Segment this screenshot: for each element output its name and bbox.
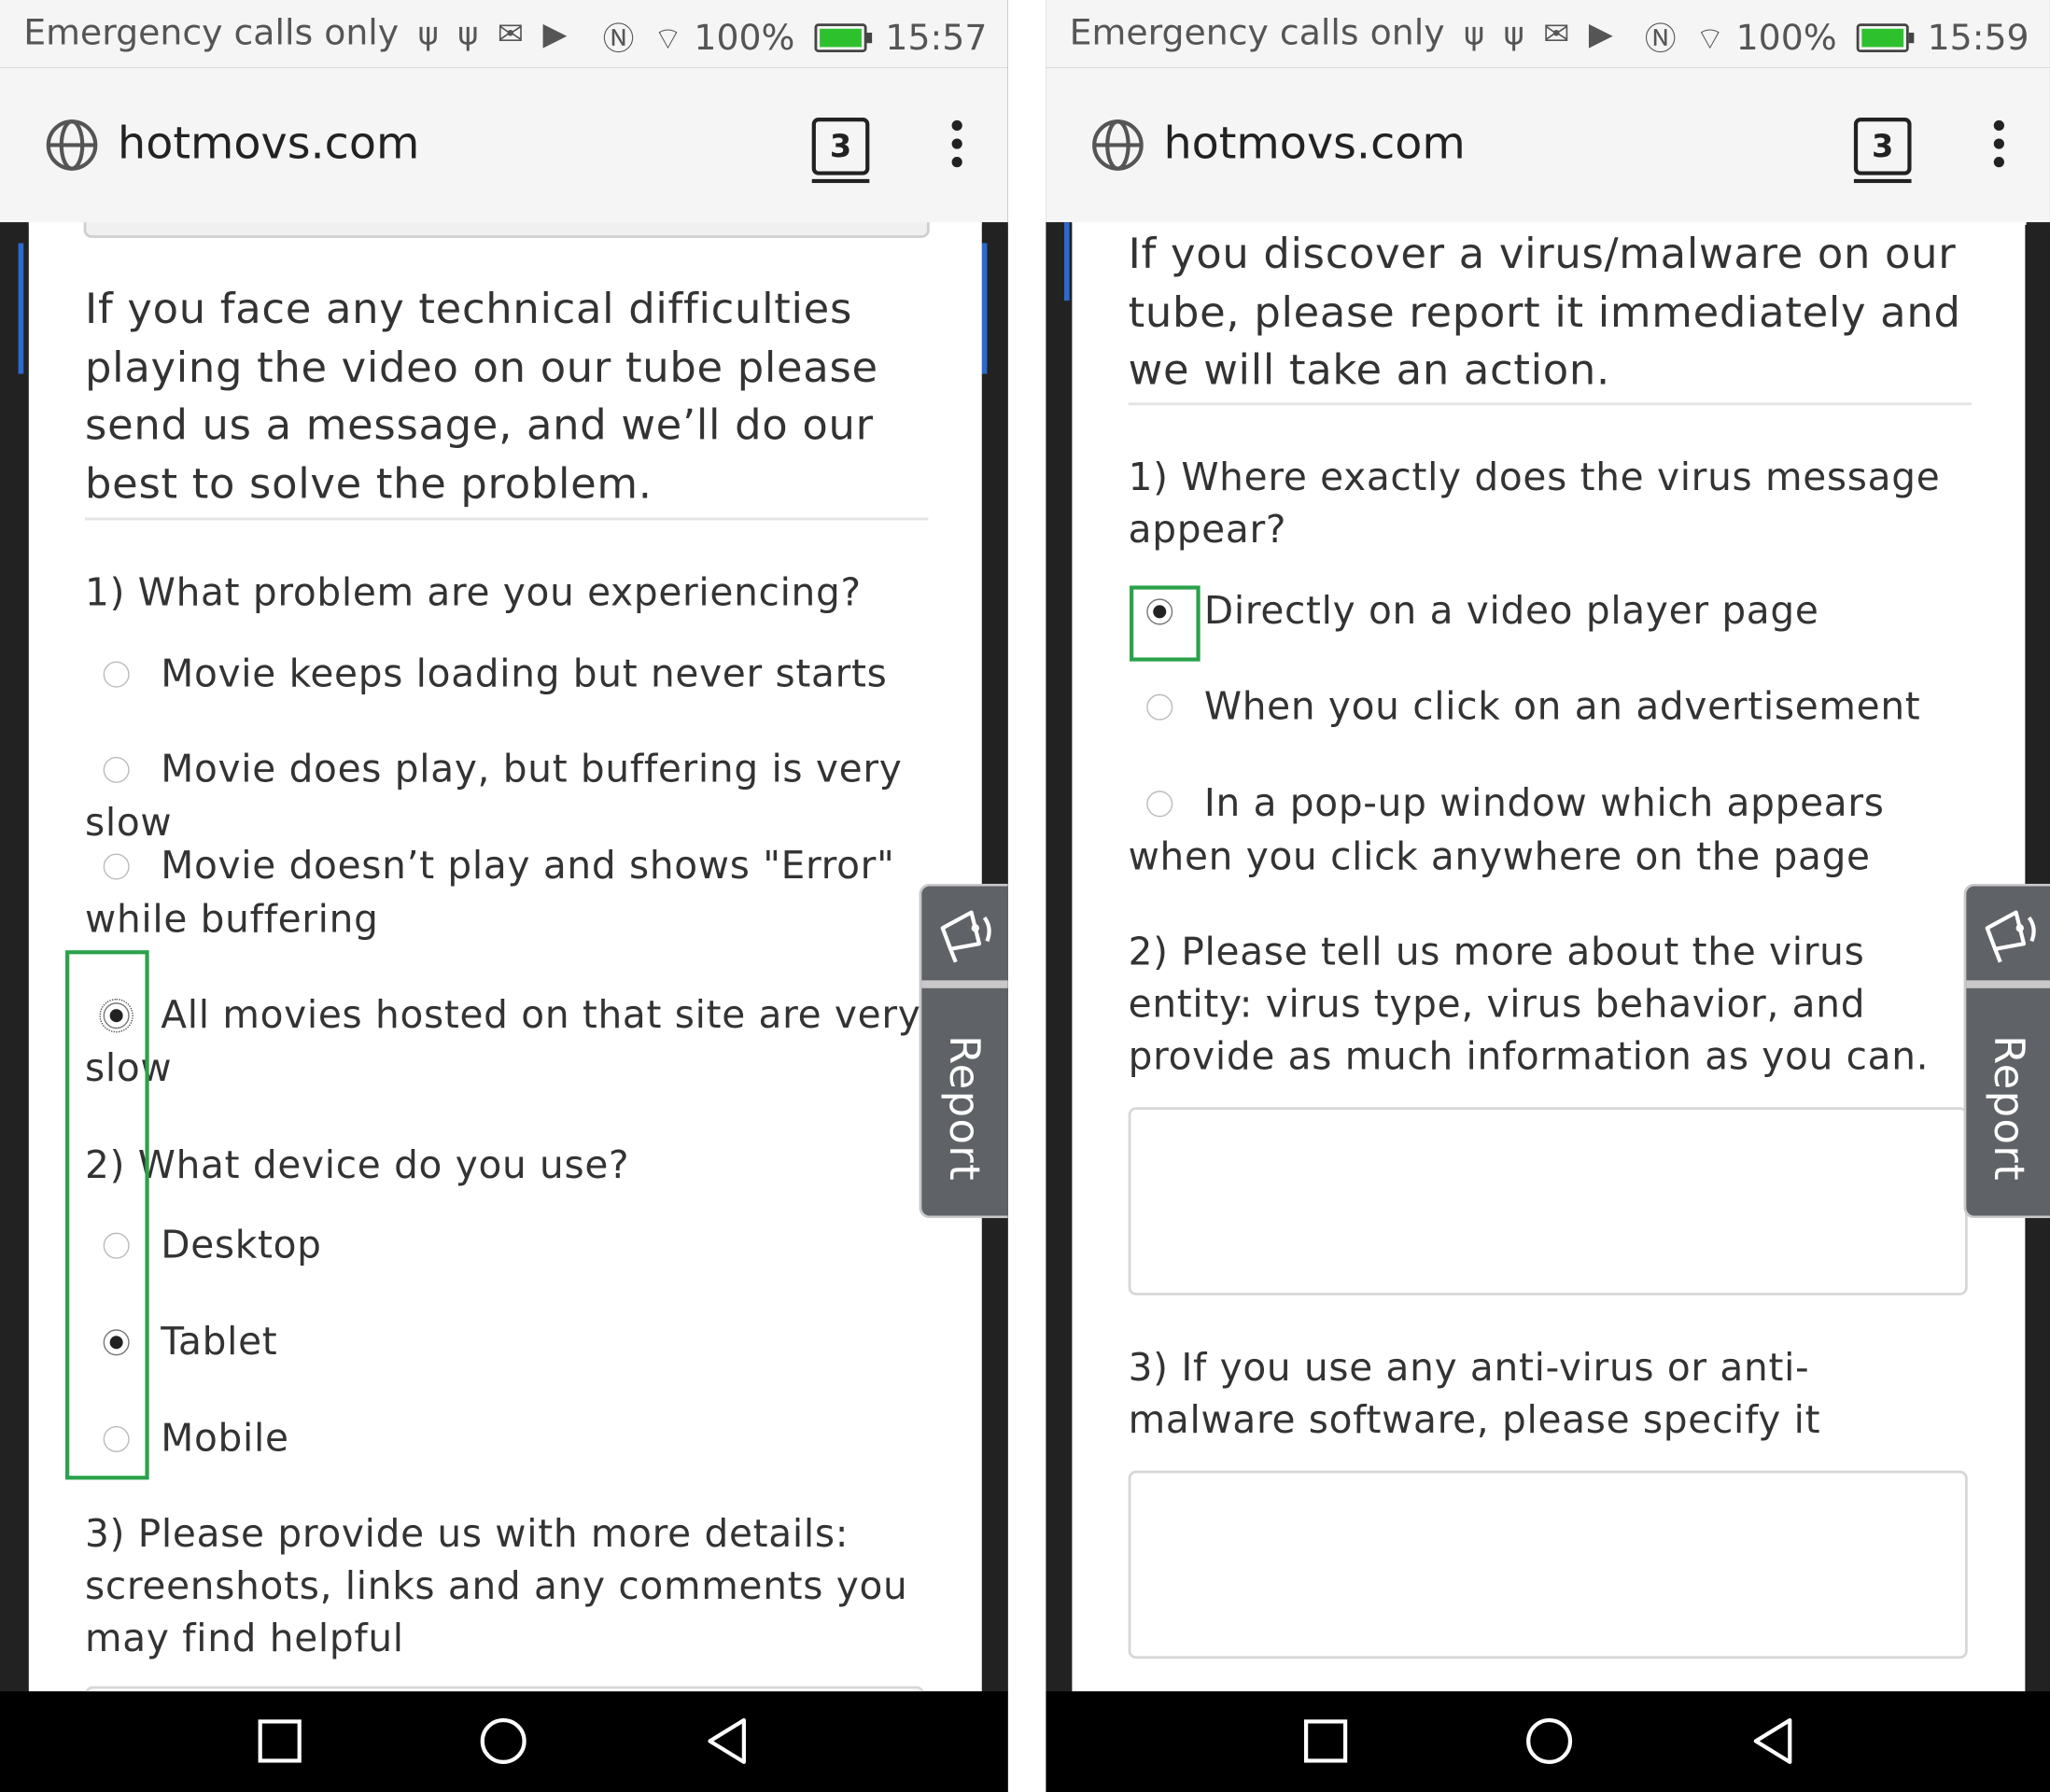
page-background-accent (18, 243, 24, 374)
report-tab-divider (1966, 980, 2050, 988)
radio-option[interactable]: Mobile (85, 1412, 934, 1465)
divider (85, 517, 929, 521)
option-label: Desktop (161, 1222, 322, 1267)
page-background (0, 222, 29, 1693)
report-tab[interactable]: Report (1963, 883, 2050, 1219)
usb-icon: ψ (417, 15, 439, 53)
radio-option[interactable]: All movies hosted on that site are very … (85, 988, 934, 1096)
battery-percent: 100% (1735, 18, 1837, 60)
address-bar[interactable]: hotmovs.com (118, 118, 419, 170)
radio-option[interactable]: Directly on a video player page (1129, 584, 1978, 637)
overflow-menu-icon[interactable] (1992, 119, 2005, 168)
option-label: All movies hosted on that site are very … (85, 991, 921, 1091)
radio-option[interactable]: Movie doesn’t play and shows "Error" whi… (85, 839, 934, 946)
radio-option[interactable]: Movie does play, but buffering is very s… (85, 742, 934, 849)
megaphone-icon (1985, 910, 2036, 963)
browser-toolbar: hotmovs.com 3 (0, 67, 1008, 225)
report-form: If you face any technical difficulties p… (28, 222, 982, 1692)
question-2: 2) Please tell us more about the virus e… (1128, 929, 1930, 1079)
wifi-icon: ⌔ (1694, 21, 1725, 58)
tabs-icon[interactable]: 3 (1853, 118, 1912, 184)
battery-icon (813, 23, 872, 53)
report-tab[interactable]: Report (919, 883, 1008, 1219)
back-icon[interactable] (1748, 1715, 1800, 1767)
divider (1128, 402, 1972, 406)
previous-field[interactable] (83, 222, 930, 238)
browser-toolbar: hotmovs.com 3 (1046, 67, 2050, 225)
status-bar: Emergency calls only ψ ψ ✉ ▶ Ⓝ ⌔ 100% 15… (1046, 0, 2050, 68)
clock: 15:57 (885, 18, 988, 60)
option-label: Movie does play, but buffering is very s… (85, 746, 903, 845)
usb-icon: ψ (1503, 15, 1524, 53)
address-bar[interactable]: hotmovs.com (1163, 118, 1465, 170)
report-form: If you discover a virus/malware on our t… (1072, 222, 2026, 1692)
question-1: 1) Where exactly does the virus message … (1128, 455, 1941, 553)
globe-icon (1092, 119, 1144, 171)
status-bar: Emergency calls only ψ ψ ✉ ▶ Ⓝ ⌔ 100% 15… (0, 0, 1008, 68)
virus-details-textarea[interactable] (1128, 1107, 1968, 1295)
overflow-menu-icon[interactable] (950, 119, 963, 168)
nfc-icon: Ⓝ (1644, 21, 1677, 58)
play-store-icon: ▶ (542, 15, 568, 53)
report-tab-divider (921, 980, 1008, 988)
page-background (1046, 222, 1073, 1693)
radio-button[interactable] (1146, 791, 1173, 818)
navigation-bar (0, 1691, 1008, 1792)
home-icon[interactable] (477, 1715, 529, 1767)
mail-icon: ✉ (497, 15, 525, 53)
clock: 15:59 (1927, 18, 2029, 60)
radio-option[interactable]: Movie keeps loading but never starts (85, 647, 934, 700)
option-label: In a pop-up window which appears when yo… (1128, 780, 1885, 879)
play-store-icon: ▶ (1588, 15, 1613, 53)
highlight-box (1130, 585, 1201, 662)
wifi-icon: ⌔ (653, 21, 683, 58)
radio-option[interactable]: Tablet (85, 1315, 934, 1368)
battery-percent: 100% (694, 18, 795, 60)
mail-icon: ✉ (1543, 15, 1570, 53)
question-2: 2) What device do you use? (85, 1142, 630, 1187)
carrier-text: Emergency calls only (23, 13, 400, 54)
radio-option[interactable]: In a pop-up window which appears when yo… (1129, 777, 1978, 884)
highlight-box (65, 950, 149, 1480)
radio-button[interactable] (103, 661, 130, 688)
radio-option[interactable]: Desktop (85, 1218, 934, 1271)
option-label: Directly on a video player page (1203, 588, 1819, 633)
page-background-accent (1064, 222, 1070, 301)
navigation-bar (1046, 1691, 2050, 1792)
form-intro: If you discover a virus/malware on our t… (1128, 229, 1961, 395)
screenshot-right: Emergency calls only ψ ψ ✉ ▶ Ⓝ ⌔ 100% 15… (1046, 0, 2050, 1792)
home-icon[interactable] (1523, 1715, 1576, 1767)
radio-option[interactable]: When you click on an advertisement (1129, 679, 1978, 733)
question-3: 3) Please provide us with more details: … (85, 1510, 908, 1660)
option-label: Movie doesn’t play and shows "Error" whi… (85, 843, 895, 942)
page-background-accent (981, 243, 988, 374)
nfc-icon: Ⓝ (602, 21, 635, 58)
form-intro: If you face any technical difficulties p… (85, 283, 878, 509)
report-tab-label: Report (1984, 1035, 2035, 1183)
battery-icon (1856, 23, 1914, 53)
option-label: Mobile (161, 1415, 289, 1461)
usb-icon: ψ (1464, 15, 1485, 53)
recents-icon[interactable] (1299, 1715, 1352, 1767)
radio-button[interactable] (103, 756, 130, 783)
antivirus-textarea[interactable] (1128, 1470, 1968, 1659)
report-tab-label: Report (939, 1035, 990, 1183)
radio-button[interactable] (1146, 693, 1173, 721)
radio-button[interactable] (103, 853, 130, 880)
megaphone-icon (940, 910, 991, 963)
option-label: Movie keeps loading but never starts (161, 651, 888, 696)
globe-icon (46, 119, 98, 171)
back-icon[interactable] (702, 1715, 754, 1767)
option-label: When you click on an advertisement (1203, 683, 1921, 729)
option-label: Tablet (161, 1319, 278, 1364)
question-3: 3) If you use any anti-virus or anti-mal… (1128, 1345, 1821, 1442)
recents-icon[interactable] (254, 1715, 306, 1767)
carrier-text: Emergency calls only (1069, 13, 1445, 54)
screenshot-left: Emergency calls only ψ ψ ✉ ▶ Ⓝ ⌔ 100% 15… (0, 0, 1008, 1792)
tabs-icon[interactable]: 3 (811, 118, 870, 184)
usb-icon: ψ (457, 15, 479, 53)
question-1: 1) What problem are you experiencing? (85, 569, 862, 615)
